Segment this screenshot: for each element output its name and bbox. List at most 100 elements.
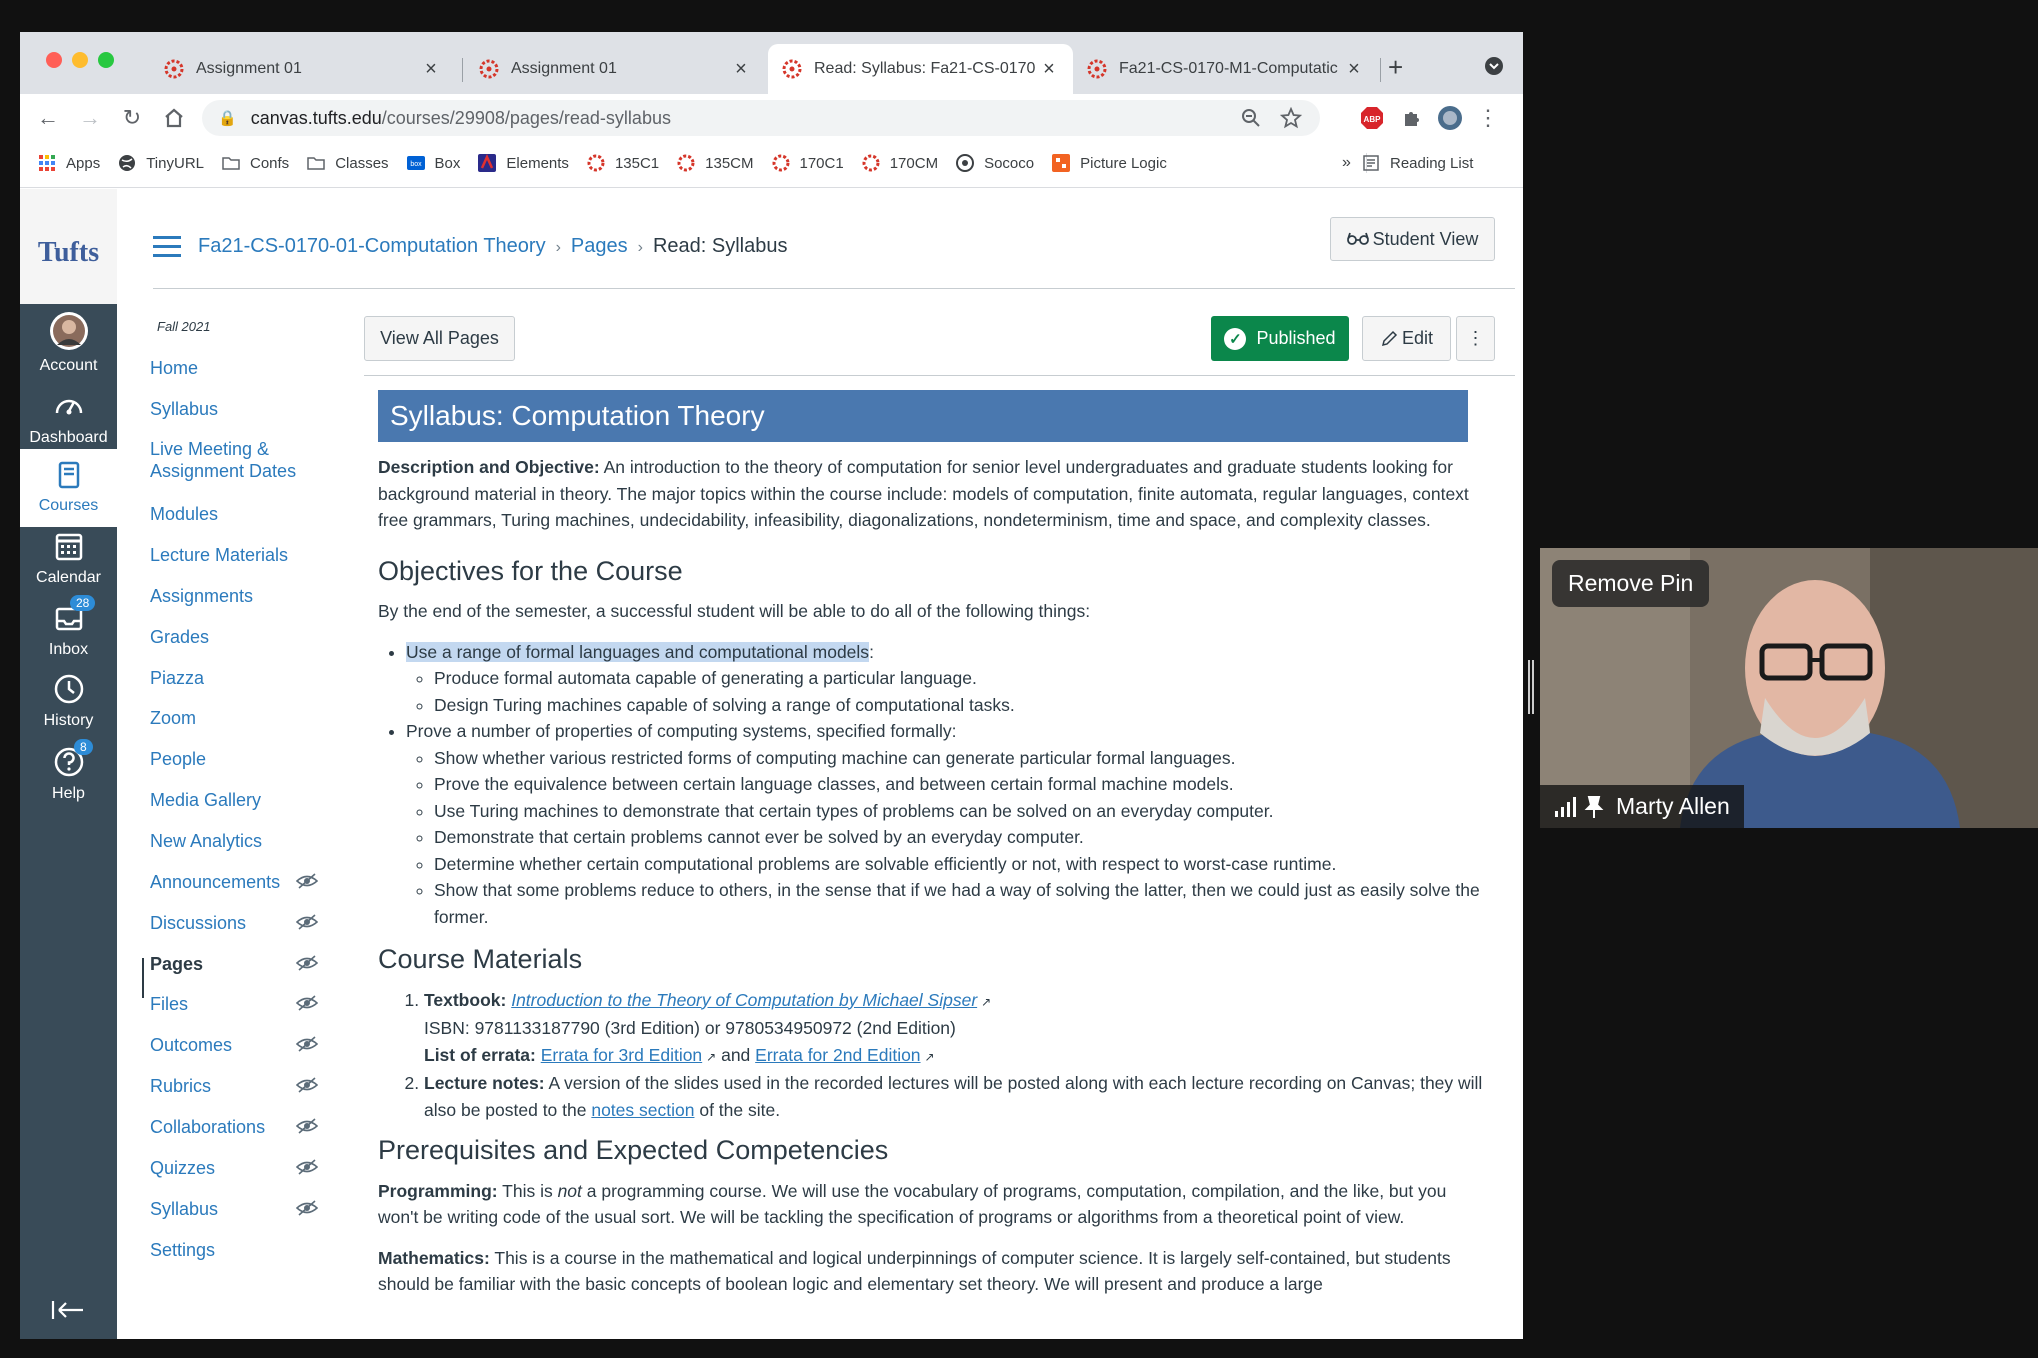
course-nav-item[interactable]: New Analytics: [150, 830, 262, 852]
breadcrumb-course-link[interactable]: Fa21-CS-0170-01-Computation Theory: [198, 235, 546, 257]
address-bar[interactable]: 🔒 canvas.tufts.edu/courses/29908/pages/r…: [202, 100, 1320, 136]
course-nav-item[interactable]: Collaborations: [150, 1116, 265, 1138]
course-nav-item[interactable]: Syllabus: [150, 398, 218, 420]
canvas-favicon-icon: [479, 59, 499, 79]
selected-text[interactable]: Use a range of formal languages and comp…: [406, 641, 870, 662]
participant-name: Marty Allen: [1616, 793, 1730, 819]
tab-close-icon[interactable]: ×: [1039, 58, 1059, 81]
bookmark-box[interactable]: box Box: [406, 154, 460, 172]
collapse-nav-icon[interactable]: [51, 1299, 85, 1321]
bookmark-170cm[interactable]: 170CM: [862, 154, 938, 172]
reading-list-button[interactable]: Reading List: [1362, 154, 1473, 172]
browser-tab[interactable]: Assignment 01 ×: [465, 44, 765, 94]
course-nav-item[interactable]: Quizzes: [150, 1157, 215, 1179]
course-nav-item[interactable]: Files: [150, 993, 188, 1015]
course-nav-item[interactable]: Zoom: [150, 707, 196, 729]
tufts-logo[interactable]: Tufts: [20, 189, 117, 304]
hidden-from-students-icon: [296, 914, 318, 930]
sococo-icon: [956, 154, 975, 172]
tab-close-icon[interactable]: ×: [731, 58, 751, 81]
course-nav-item[interactable]: Modules: [150, 503, 218, 525]
bookmark-apps[interactable]: Apps: [38, 154, 100, 172]
nav-courses[interactable]: Courses: [20, 449, 117, 527]
course-nav-item[interactable]: Lecture Materials: [150, 544, 288, 566]
zoom-window-button[interactable]: [98, 52, 114, 68]
adblock-plus-icon[interactable]: ABP: [1358, 104, 1386, 132]
nav-account[interactable]: Account: [20, 311, 117, 375]
course-nav-item[interactable]: Announcements: [150, 871, 280, 893]
new-tab-icon[interactable]: +: [1388, 54, 1403, 80]
close-window-button[interactable]: [46, 52, 62, 68]
bookmark-picture-logic[interactable]: Picture Logic: [1052, 154, 1167, 172]
bookmark-tinyurl[interactable]: TinyURL: [118, 154, 204, 172]
course-nav-item[interactable]: Syllabus: [150, 1198, 218, 1220]
bookmark-170c1[interactable]: 170C1: [772, 154, 844, 172]
hidden-from-students-icon: [296, 995, 318, 1011]
tab-divider: [462, 58, 463, 82]
nav-label: History: [43, 712, 94, 729]
bookmarks-overflow-icon[interactable]: »: [1342, 154, 1351, 172]
remove-pin-button[interactable]: Remove Pin: [1552, 560, 1710, 607]
nav-dashboard[interactable]: Dashboard: [20, 389, 117, 447]
url-path: /courses/29908/pages/read-syllabus: [381, 107, 671, 128]
extensions-puzzle-icon[interactable]: [1398, 104, 1426, 132]
course-nav-item[interactable]: Media Gallery: [150, 789, 261, 811]
textbook-link[interactable]: Introduction to the Theory of Computatio…: [511, 990, 977, 1010]
tab-close-icon[interactable]: ×: [421, 58, 441, 81]
nav-label: Dashboard: [29, 429, 108, 446]
course-nav-item[interactable]: Assignments: [150, 585, 253, 607]
nav-inbox[interactable]: Inbox 28: [20, 595, 117, 659]
bookmark-star-icon[interactable]: [1280, 107, 1302, 129]
window-resize-handle[interactable]: [1528, 660, 1534, 714]
tab-search-icon[interactable]: [1484, 56, 1504, 76]
more-options-button[interactable]: ⋮: [1456, 316, 1495, 361]
check-icon: ✓: [1224, 327, 1247, 350]
course-nav-item[interactable]: Grades: [150, 626, 209, 648]
browser-tab[interactable]: Fa21-CS-0170-M1-Computatic ×: [1073, 44, 1378, 94]
course-nav-item[interactable]: Live Meeting & Assignment Dates: [150, 438, 320, 482]
bookmark-135cm[interactable]: 135CM: [677, 154, 754, 172]
bookmark-classes[interactable]: Classes: [307, 154, 389, 172]
nav-history[interactable]: History: [20, 672, 117, 730]
course-nav-item[interactable]: Piazza: [150, 667, 204, 689]
minimize-window-button[interactable]: [72, 52, 88, 68]
globe-icon: [119, 155, 136, 171]
profile-avatar[interactable]: [1436, 104, 1464, 132]
zoom-icon[interactable]: [1240, 107, 1262, 129]
bookmark-135c1[interactable]: 135C1: [587, 154, 659, 172]
course-nav-item[interactable]: Discussions: [150, 912, 246, 934]
home-icon[interactable]: [158, 102, 190, 134]
course-nav-item[interactable]: Outcomes: [150, 1034, 232, 1056]
course-nav-item[interactable]: People: [150, 748, 206, 770]
course-nav-item[interactable]: Pages: [150, 953, 203, 975]
reload-icon[interactable]: ↻: [116, 102, 148, 134]
back-icon[interactable]: ←: [32, 102, 64, 134]
browser-tab[interactable]: Assignment 01 ×: [150, 44, 455, 94]
tab-close-icon[interactable]: ×: [1344, 58, 1364, 81]
browser-menu-icon[interactable]: ⋮: [1474, 104, 1502, 132]
browser-tab-active[interactable]: Read: Syllabus: Fa21-CS-0170 ×: [768, 44, 1073, 94]
hamburger-menu-icon[interactable]: [153, 236, 181, 263]
nav-calendar[interactable]: Calendar: [20, 529, 117, 587]
course-nav-item[interactable]: Settings: [150, 1239, 215, 1261]
forward-icon[interactable]: →: [74, 102, 106, 134]
student-view-button[interactable]: Student View: [1330, 217, 1495, 261]
list-item: Demonstrate that certain problems cannot…: [434, 824, 1488, 851]
published-button[interactable]: ✓ Published: [1211, 316, 1349, 361]
bookmark-elements[interactable]: Elements: [478, 154, 569, 172]
course-nav-item[interactable]: Rubrics: [150, 1075, 211, 1097]
bookmark-confs[interactable]: Confs: [222, 154, 289, 172]
errata-2nd-link[interactable]: Errata for 2nd Edition: [755, 1045, 920, 1065]
canvas-favicon-icon: [782, 59, 802, 79]
header-divider: [153, 288, 1515, 289]
errata-3rd-link[interactable]: Errata for 3rd Edition: [541, 1045, 702, 1065]
edit-button[interactable]: Edit: [1362, 316, 1451, 361]
nav-help[interactable]: Help 8: [20, 739, 117, 803]
notes-section-link[interactable]: notes section: [591, 1100, 694, 1120]
course-nav-item[interactable]: Home: [150, 357, 198, 379]
bookmark-sococo[interactable]: Sococo: [956, 154, 1034, 172]
account-avatar: [49, 312, 88, 350]
breadcrumb-pages-link[interactable]: Pages: [571, 235, 628, 257]
adblock-plus-label: ABP: [1364, 115, 1382, 124]
view-all-pages-button[interactable]: View All Pages: [364, 316, 515, 361]
